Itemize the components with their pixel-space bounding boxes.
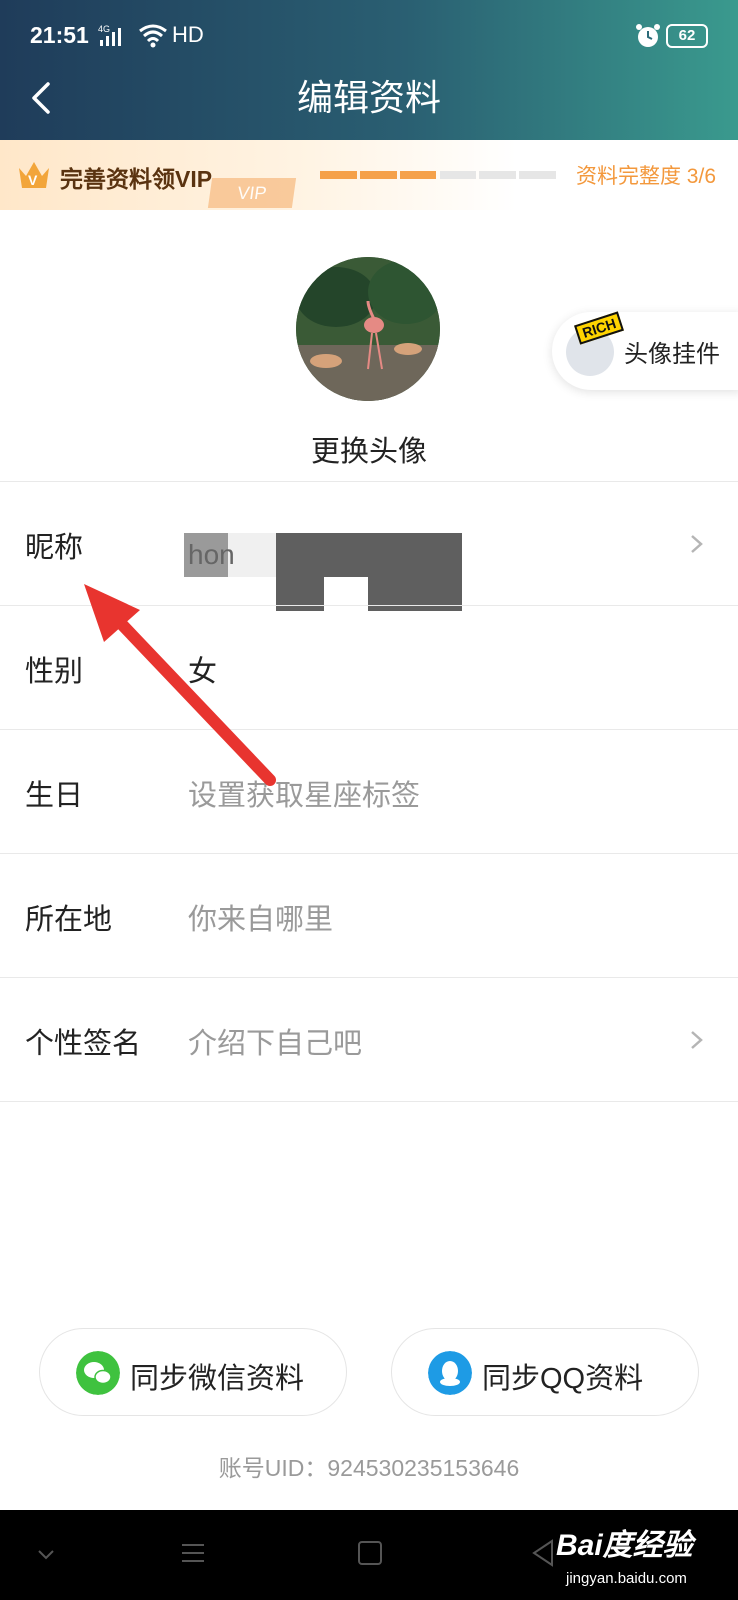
gender-value: 女 [188, 656, 218, 688]
row-location[interactable]: 所在地 你来自哪里 [0, 854, 738, 978]
row-birthday[interactable]: 生日 设置获取星座标签 [0, 730, 738, 854]
progress-segment [320, 171, 357, 179]
alarm-clock-icon [636, 24, 660, 47]
watermark-url: jingyan.baidu.com [566, 1570, 687, 1587]
nickname-value-blurred: hon [184, 533, 462, 611]
hd-indicator: HD [172, 22, 204, 47]
page-title: 编辑资料 [296, 77, 441, 118]
nickname-value: hon [188, 539, 235, 570]
account-uid: 账号UID：924530235153646 [218, 1455, 520, 1481]
birthday-placeholder: 设置获取星座标签 [188, 780, 421, 812]
vip-ticket-decoration: VIP [207, 178, 297, 208]
menu-icon[interactable] [180, 1540, 206, 1566]
sync-qq-button[interactable]: 同步QQ资料 [391, 1328, 699, 1416]
row-signature[interactable]: 个性签名 介绍下自己吧 [0, 978, 738, 1102]
battery-indicator: 62 [666, 24, 708, 48]
location-placeholder: 你来自哪里 [188, 904, 334, 936]
svg-text:V: V [28, 172, 38, 188]
baidu-watermark: Bai度经验 jingyan.baidu.com [556, 1520, 726, 1596]
crown-icon: V [19, 162, 49, 188]
change-avatar-button[interactable]: 更换头像 [0, 428, 738, 470]
chevron-down-icon[interactable] [36, 1548, 56, 1562]
completion-progress-bar [320, 171, 556, 179]
avatar-pendant-button[interactable]: RICH 头像挂件 [552, 311, 738, 390]
progress-segment [479, 171, 517, 179]
progress-segment [439, 171, 477, 179]
signal-bars-icon: 4G [98, 24, 121, 46]
header: 21:51 4G HD 62 编辑资料 [0, 0, 738, 140]
sync-wechat-button[interactable]: 同步微信资料 [39, 1328, 347, 1416]
progress-segment [359, 171, 397, 179]
progress-segment [399, 171, 437, 179]
row-label: 昵称 [25, 532, 84, 564]
chevron-right-icon [691, 535, 703, 553]
wechat-icon [76, 1351, 120, 1395]
chevron-right-icon [691, 1031, 703, 1049]
row-label: 生日 [25, 780, 84, 812]
row-label: 个性签名 [25, 1028, 142, 1060]
back-triangle-icon[interactable] [530, 1538, 556, 1568]
signature-placeholder: 介绍下自己吧 [188, 1028, 363, 1060]
row-label: 所在地 [25, 904, 113, 936]
completion-text: 资料完整度 3/6 [575, 165, 716, 188]
qq-icon [428, 1351, 472, 1395]
progress-segment [519, 171, 556, 179]
avatar[interactable] [296, 257, 440, 401]
sync-qq-label: 同步QQ资料 [482, 1363, 644, 1395]
vip-promo-text: 完善资料领VIP [60, 166, 213, 192]
status-time: 21:51 [30, 22, 89, 48]
wifi-icon [139, 24, 167, 48]
sync-wechat-label: 同步微信资料 [130, 1363, 305, 1395]
network-label: 4G [98, 24, 110, 34]
watermark-brand: Bai度经验 [556, 1529, 693, 1562]
status-bar: 21:51 4G HD 62 [0, 0, 738, 72]
row-gender[interactable]: 性别 女 [0, 606, 738, 730]
pendant-label: 头像挂件 [624, 341, 720, 368]
avatar-photo [296, 257, 440, 401]
home-square-icon[interactable] [357, 1540, 383, 1566]
row-label: 性别 [25, 656, 84, 688]
divider [0, 1101, 738, 1102]
